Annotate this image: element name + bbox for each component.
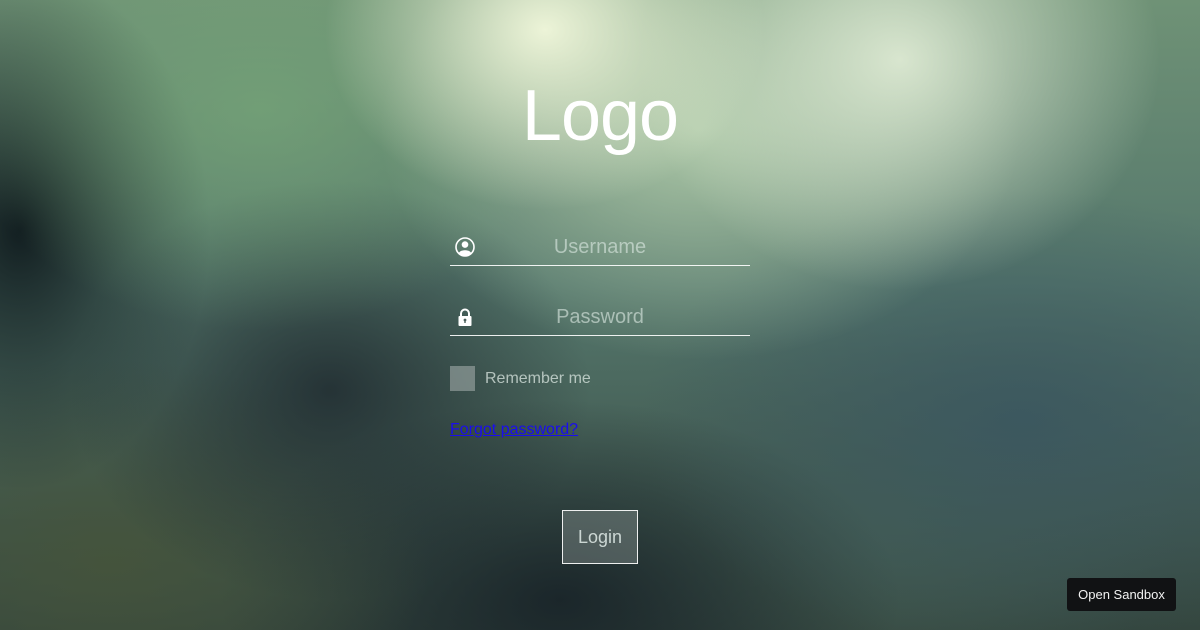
username-field [450, 230, 750, 266]
remember-me-checkbox[interactable] [450, 366, 475, 391]
open-sandbox-button[interactable]: Open Sandbox [1067, 578, 1176, 611]
logo: Logo [521, 76, 679, 156]
remember-me: Remember me [450, 366, 591, 391]
password-field [450, 300, 750, 336]
username-input[interactable] [450, 230, 750, 265]
forgot-password-link[interactable]: Forgot password? [450, 421, 578, 439]
remember-me-label: Remember me [485, 369, 591, 387]
password-input[interactable] [450, 300, 750, 335]
login-button[interactable]: Login [562, 510, 638, 564]
login-page: { "logo": { "text": "Logo" }, "form": { … [0, 0, 1200, 630]
